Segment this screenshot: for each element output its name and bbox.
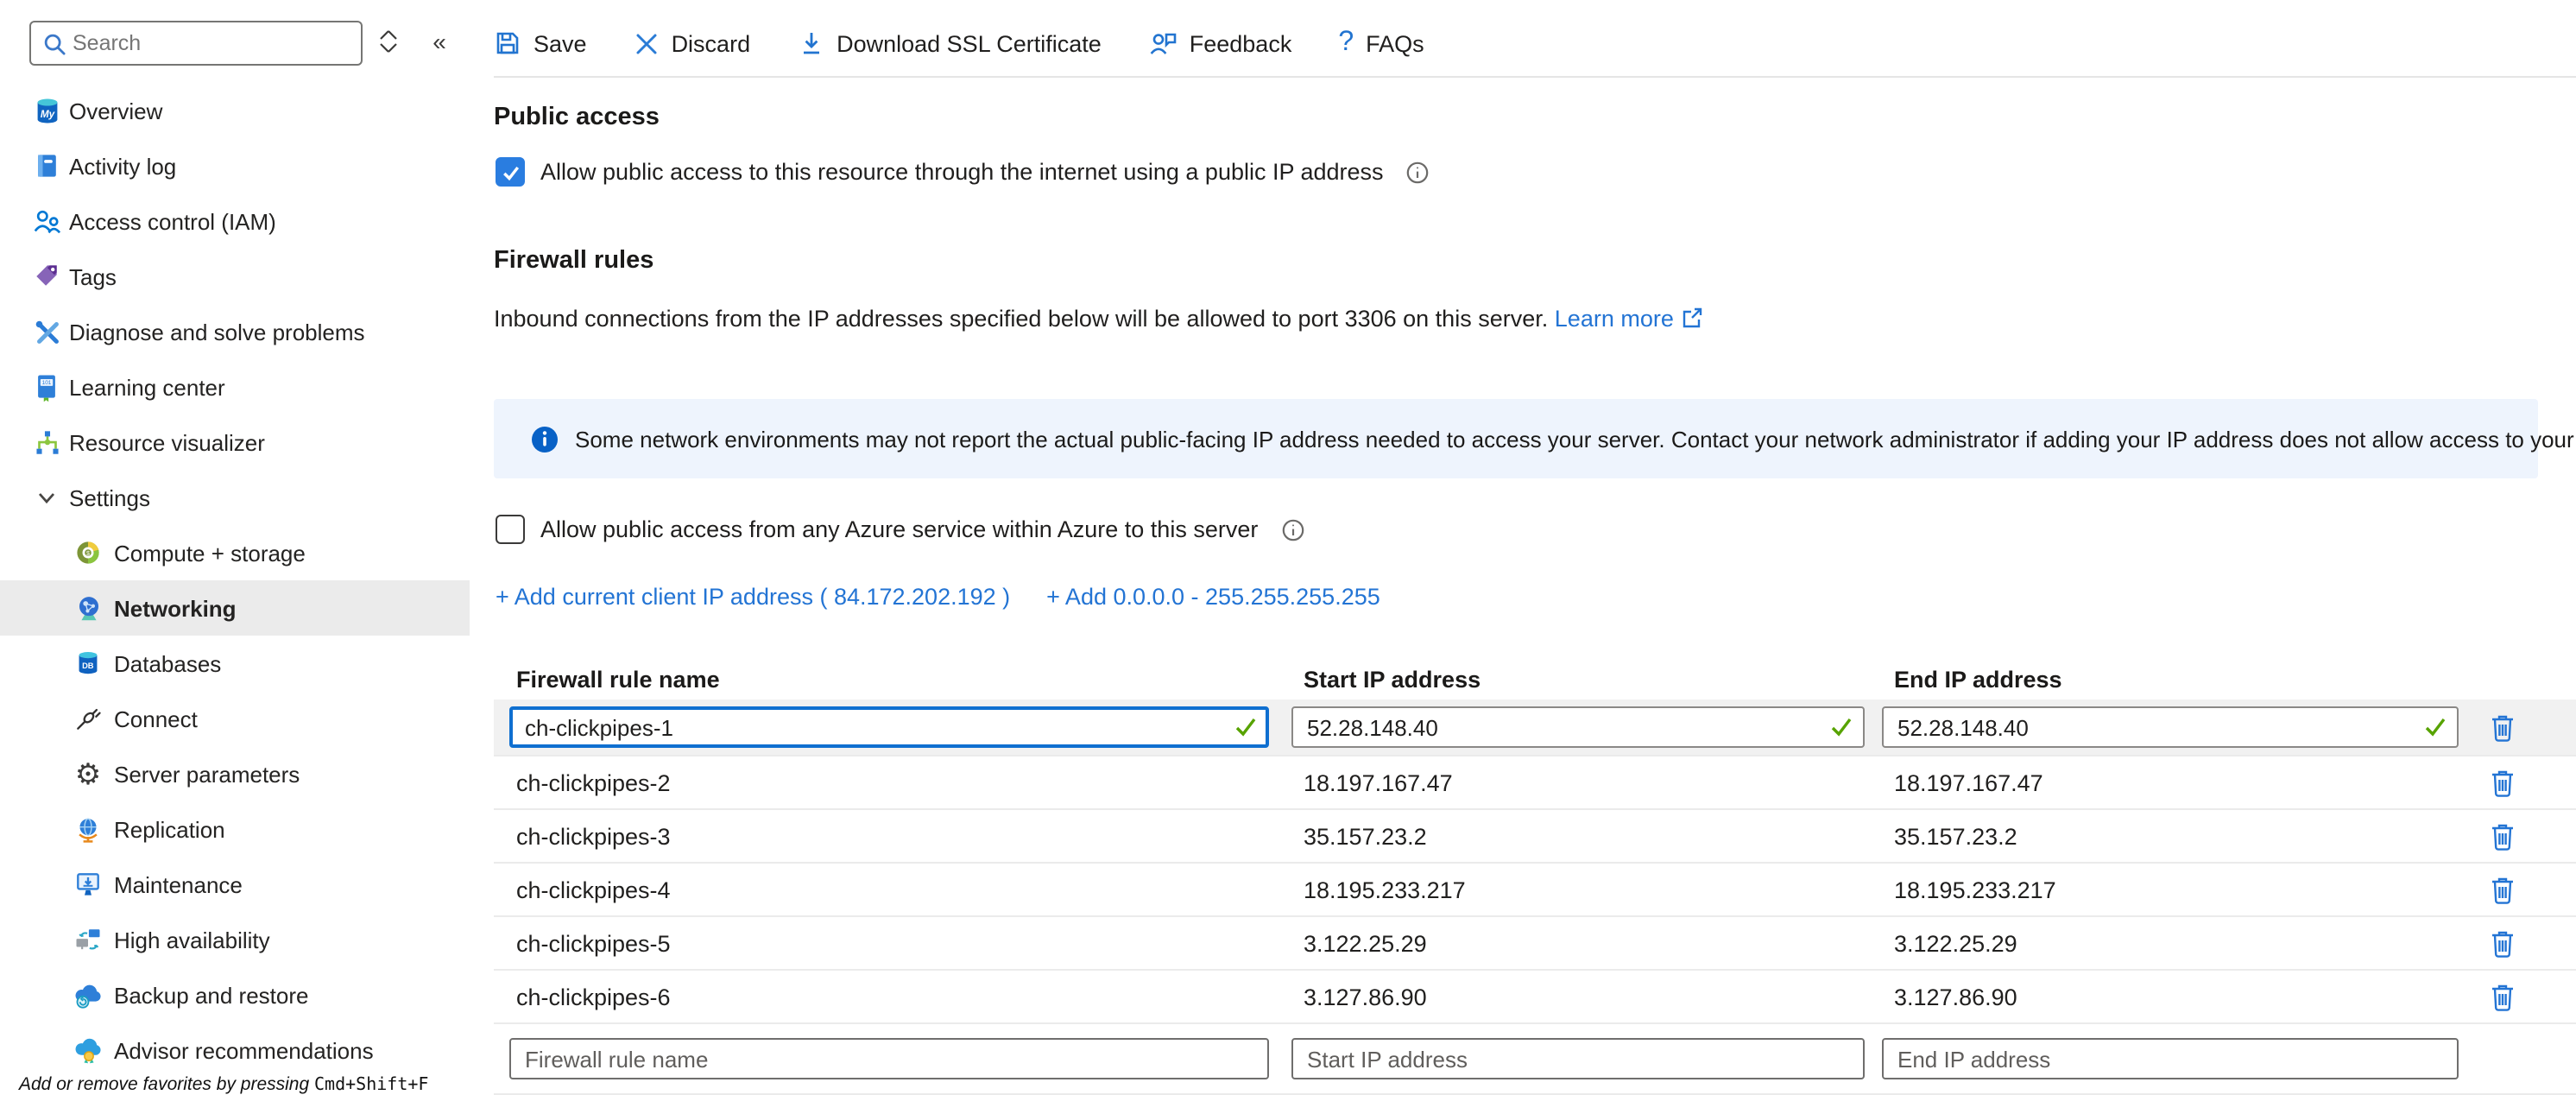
rule-name-cell: ch-clickpipes-3 bbox=[494, 823, 1291, 849]
table-row bbox=[494, 699, 2576, 755]
end-ip-input[interactable] bbox=[1882, 706, 2459, 748]
end-ip-cell: 18.195.233.217 bbox=[1882, 877, 2472, 902]
table-row: ch-clickpipes-6 3.127.86.90 3.127.86.90 bbox=[494, 969, 2576, 1022]
firewall-description: Inbound connections from the IP addresse… bbox=[494, 306, 1704, 332]
rule-name-cell: ch-clickpipes-5 bbox=[494, 930, 1291, 956]
add-ip-links: + Add current client IP address ( 84.172… bbox=[496, 584, 1380, 610]
question-mark-icon: ? bbox=[1338, 29, 1354, 57]
valid-check-icon bbox=[1830, 717, 1853, 737]
delete-rule-button[interactable] bbox=[2484, 978, 2519, 1016]
public-access-checkbox[interactable] bbox=[496, 157, 525, 187]
info-banner: Some network environments may not report… bbox=[494, 399, 2538, 478]
new-end-ip-input[interactable] bbox=[1882, 1038, 2459, 1079]
command-bar: Save Discard Download SSL Certificate Fe… bbox=[494, 17, 1424, 69]
delete-rule-button[interactable] bbox=[2484, 924, 2519, 962]
delete-rule-button[interactable] bbox=[2484, 708, 2519, 746]
table-row: ch-clickpipes-3 35.157.23.2 35.157.23.2 bbox=[494, 808, 2576, 862]
feedback-button[interactable]: Feedback bbox=[1148, 29, 1292, 57]
rule-name-cell: ch-clickpipes-6 bbox=[494, 984, 1291, 1010]
save-icon bbox=[494, 29, 521, 57]
start-ip-cell: 35.157.23.2 bbox=[1291, 823, 1882, 849]
discard-button[interactable]: Discard bbox=[634, 30, 751, 56]
add-current-client-ip-link[interactable]: + Add current client IP address ( 84.172… bbox=[496, 584, 1010, 610]
banner-info-icon bbox=[530, 424, 559, 453]
public-access-checkbox-row: Allow public access to this resource thr… bbox=[496, 157, 1430, 187]
column-header-start-ip: Start IP address bbox=[1291, 666, 1882, 692]
end-ip-cell: 18.197.167.47 bbox=[1882, 769, 2472, 795]
start-ip-cell: 3.127.86.90 bbox=[1291, 984, 1882, 1010]
end-ip-cell: 3.122.25.29 bbox=[1882, 930, 2472, 956]
download-ssl-certificate-button[interactable]: Download SSL Certificate bbox=[797, 29, 1102, 57]
start-ip-input[interactable] bbox=[1291, 706, 1865, 748]
valid-check-icon bbox=[2424, 717, 2447, 737]
public-access-heading: Public access bbox=[494, 104, 660, 131]
firewall-rules-table: Firewall rule name Start IP address End … bbox=[494, 658, 2576, 1095]
discard-x-icon bbox=[634, 30, 660, 56]
azure-services-checkbox-row: Allow public access from any Azure servi… bbox=[496, 515, 1304, 544]
table-row: ch-clickpipes-2 18.197.167.47 18.197.167… bbox=[494, 755, 2576, 808]
end-ip-cell: 3.127.86.90 bbox=[1882, 984, 2472, 1010]
rule-name-cell: ch-clickpipes-4 bbox=[494, 877, 1291, 902]
end-ip-cell: 35.157.23.2 bbox=[1882, 823, 2472, 849]
start-ip-cell: 3.122.25.29 bbox=[1291, 930, 1882, 956]
info-icon[interactable] bbox=[1406, 160, 1430, 184]
add-all-ips-link[interactable]: + Add 0.0.0.0 - 255.255.255.255 bbox=[1046, 584, 1380, 610]
new-rule-row bbox=[494, 1022, 2576, 1095]
delete-rule-button[interactable] bbox=[2484, 763, 2519, 801]
save-button[interactable]: Save bbox=[494, 29, 587, 57]
delete-rule-button[interactable] bbox=[2484, 817, 2519, 855]
external-link-icon bbox=[1680, 306, 1704, 330]
toolbar-divider bbox=[494, 76, 2576, 78]
azure-services-checkbox[interactable] bbox=[496, 515, 525, 544]
start-ip-cell: 18.195.233.217 bbox=[1291, 877, 1882, 902]
download-icon bbox=[797, 29, 824, 57]
networking-content: Save Discard Download SSL Certificate Fe… bbox=[0, 0, 2576, 1095]
azure-networking-page: « My Overview Activity log Access contro… bbox=[0, 0, 2576, 1095]
delete-rule-button[interactable] bbox=[2484, 870, 2519, 908]
faqs-button[interactable]: ? FAQs bbox=[1338, 29, 1424, 57]
firewall-rules-heading: Firewall rules bbox=[494, 247, 653, 275]
rule-name-input[interactable] bbox=[509, 706, 1269, 748]
info-icon[interactable] bbox=[1280, 517, 1304, 541]
column-header-rule-name: Firewall rule name bbox=[494, 666, 1291, 692]
start-ip-cell: 18.197.167.47 bbox=[1291, 769, 1882, 795]
feedback-icon bbox=[1148, 29, 1178, 57]
new-start-ip-input[interactable] bbox=[1291, 1038, 1865, 1079]
valid-check-icon bbox=[1234, 717, 1257, 737]
new-rule-name-input[interactable] bbox=[509, 1038, 1269, 1079]
rule-name-cell: ch-clickpipes-2 bbox=[494, 769, 1291, 795]
table-header-row: Firewall rule name Start IP address End … bbox=[494, 658, 2576, 699]
table-row: ch-clickpipes-4 18.195.233.217 18.195.23… bbox=[494, 862, 2576, 915]
table-row: ch-clickpipes-5 3.122.25.29 3.122.25.29 bbox=[494, 915, 2576, 969]
column-header-end-ip: End IP address bbox=[1882, 666, 2472, 692]
learn-more-link[interactable]: Learn more bbox=[1555, 306, 1674, 332]
